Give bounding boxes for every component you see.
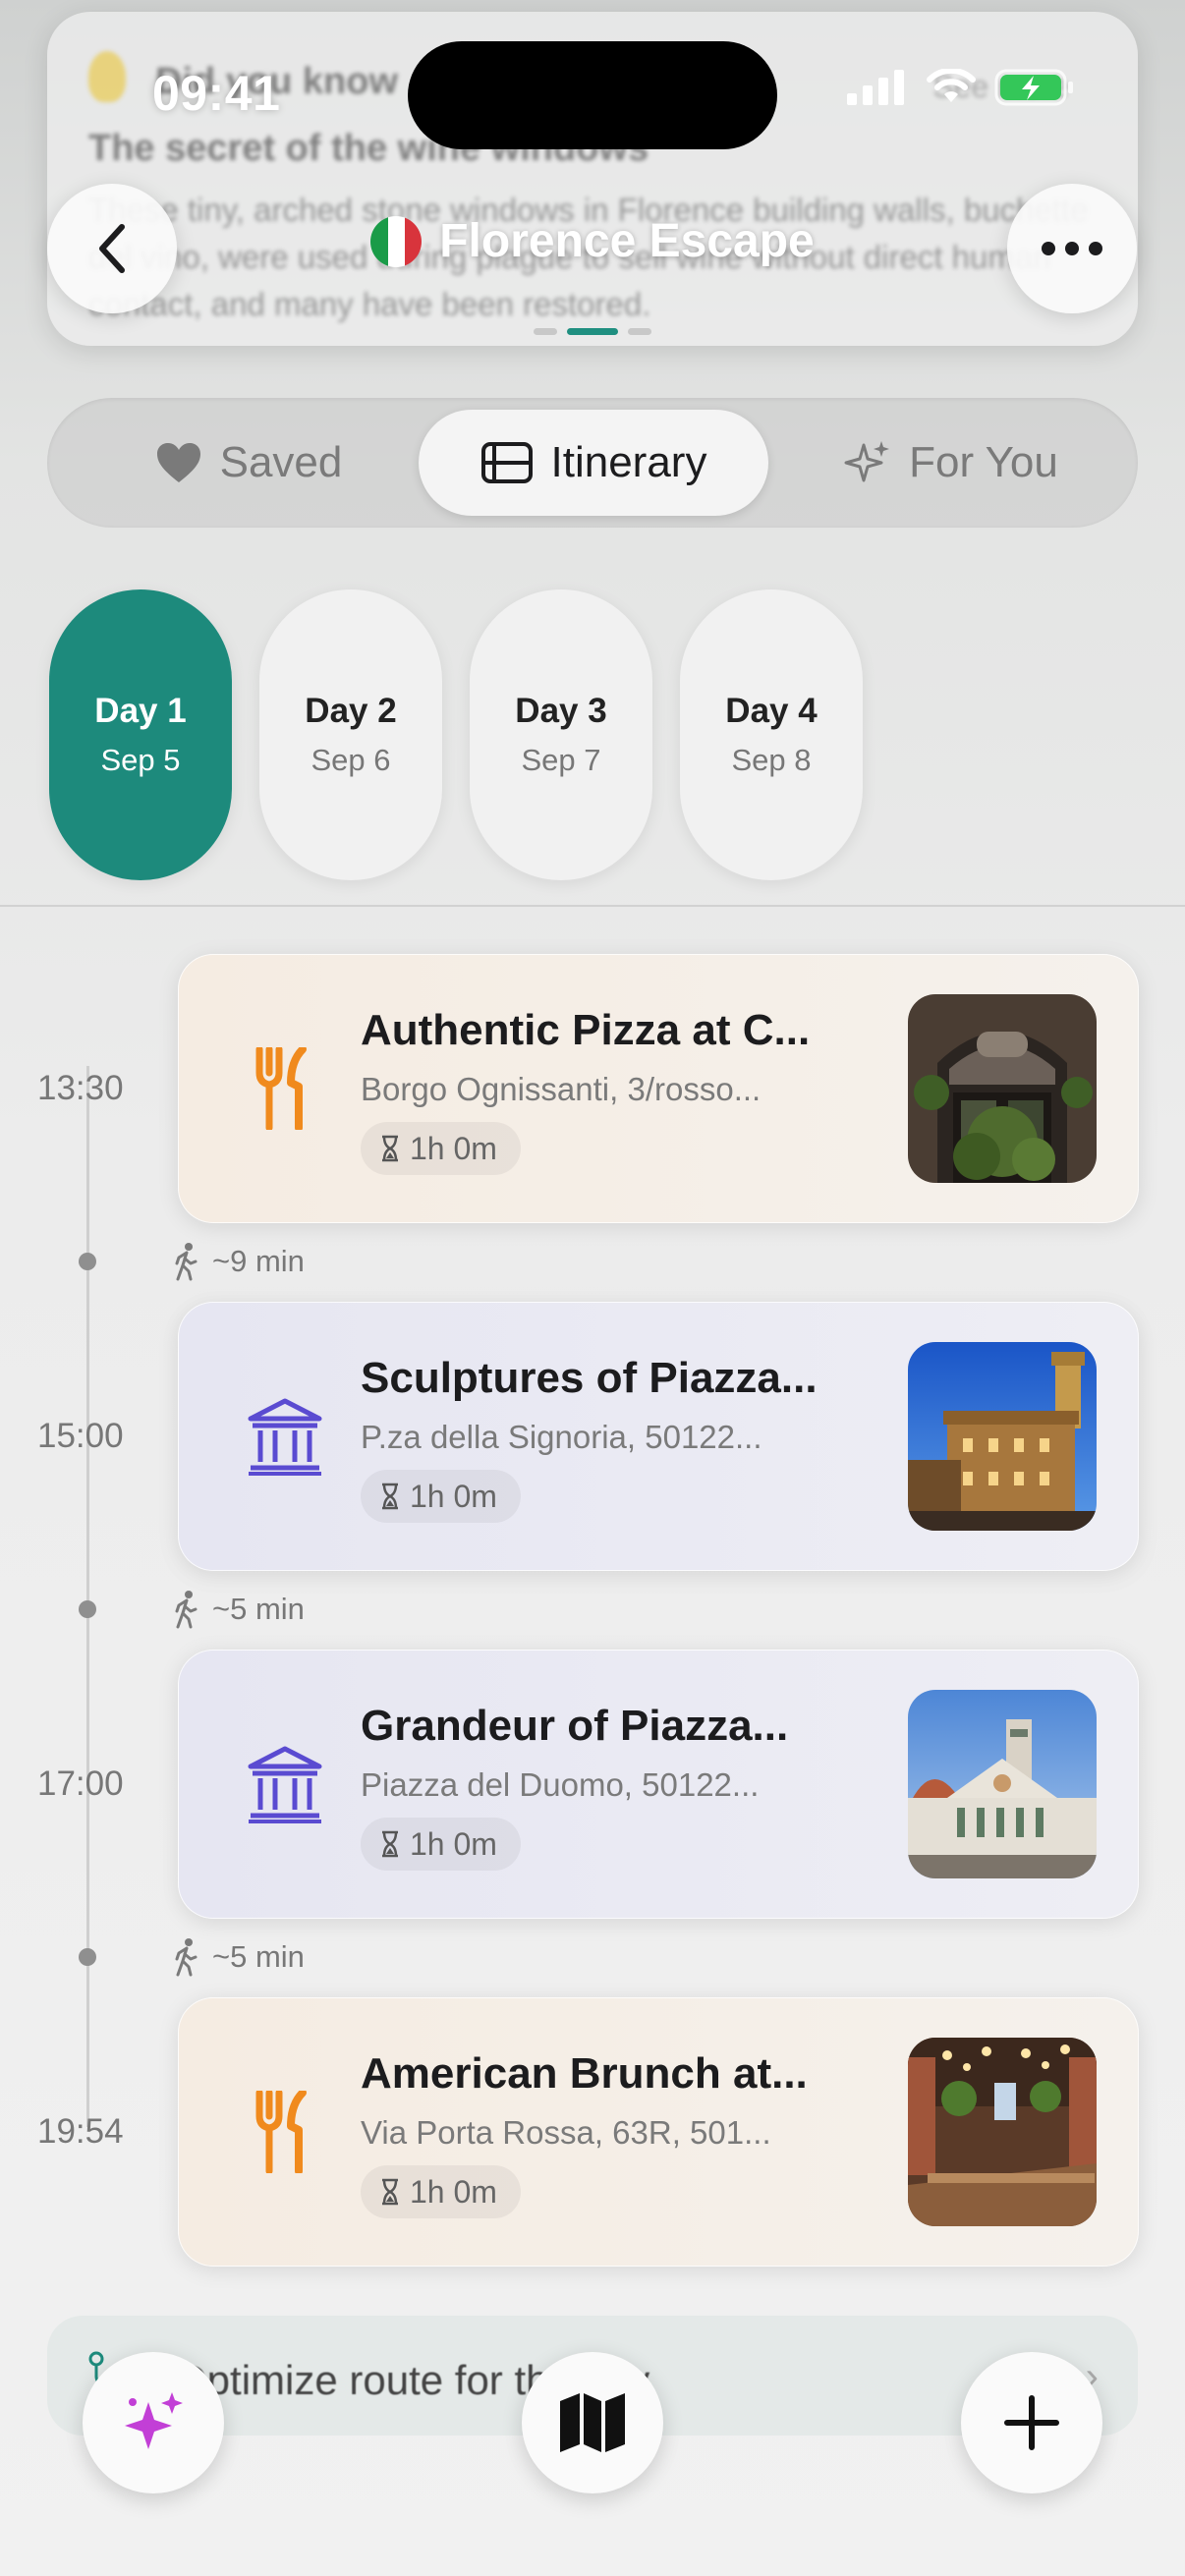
day-label: Day 4 xyxy=(725,692,818,730)
tab-saved-label: Saved xyxy=(219,438,343,486)
duration-badge: 1h 0m xyxy=(361,1122,521,1175)
walking-icon xyxy=(175,1591,198,1629)
lightbulb-icon xyxy=(88,51,126,102)
place-address: Borgo Ognissanti, 3/rosso... xyxy=(361,1071,762,1107)
sparkles-icon xyxy=(125,2392,183,2449)
timeline-time: 19:54 xyxy=(37,2112,124,2151)
duration-label: 1h 0m xyxy=(410,2173,497,2210)
museum-icon xyxy=(234,1385,336,1487)
day-label: Day 2 xyxy=(305,692,397,730)
itinerary-card[interactable]: Grandeur of Piazza... Piazza del Duomo, … xyxy=(178,1650,1139,1919)
day-label: Day 1 xyxy=(94,692,187,730)
sparkle-icon xyxy=(844,441,890,482)
timeline-dot xyxy=(79,1253,96,1270)
duration-badge: 1h 0m xyxy=(361,1470,521,1523)
place-address: Piazza del Duomo, 50122... xyxy=(361,1766,760,1803)
walk-time-label: ~5 min xyxy=(212,1592,305,1626)
day-pill-4[interactable]: Day 4 Sep 8 xyxy=(680,589,863,880)
duration-label: 1h 0m xyxy=(410,1478,497,1514)
wifi-icon xyxy=(927,69,976,102)
page-dot-active xyxy=(567,328,618,335)
ai-sparkle-button[interactable] xyxy=(83,2352,224,2493)
hourglass-icon xyxy=(382,1830,398,1858)
timeline-time: 13:30 xyxy=(37,1069,124,1107)
itinerary-card[interactable]: Authentic Pizza at C... Borgo Ognissanti… xyxy=(178,954,1139,1223)
page-dot xyxy=(534,328,557,335)
ellipsis-icon xyxy=(1042,242,1102,255)
italy-flag-icon xyxy=(370,215,423,267)
walk-time: ~5 min xyxy=(175,1937,305,1977)
walk-time: ~9 min xyxy=(175,1242,305,1281)
trip-name: Florence Escape xyxy=(439,215,815,267)
museum-icon xyxy=(234,1733,336,1835)
place-title: Authentic Pizza at C... xyxy=(361,1006,811,1054)
tip-page-indicator xyxy=(47,328,1138,335)
timeline-line xyxy=(86,1066,89,2127)
add-place-button[interactable] xyxy=(961,2352,1102,2493)
divider xyxy=(0,905,1185,907)
map-icon xyxy=(560,2393,625,2452)
day-pill-2[interactable]: Day 2 Sep 6 xyxy=(259,589,442,880)
itinerary-card[interactable]: American Brunch at... Via Porta Rossa, 6… xyxy=(178,1997,1139,2267)
duomo-image xyxy=(908,1690,1097,1878)
timeline-dot xyxy=(79,1600,96,1618)
palazzo-vecchio-image xyxy=(908,1342,1097,1531)
day-pill-1[interactable]: Day 1 Sep 5 xyxy=(49,589,232,880)
heart-icon xyxy=(156,443,200,482)
duration-label: 1h 0m xyxy=(410,1825,497,1862)
place-title: American Brunch at... xyxy=(361,2049,808,2098)
plus-icon xyxy=(1004,2395,1059,2450)
timeline-time: 15:00 xyxy=(37,1417,124,1455)
battery-charging-icon xyxy=(994,69,1073,106)
walk-time-label: ~5 min xyxy=(212,1939,305,1974)
signal-icon xyxy=(847,70,904,105)
day-date: Sep 7 xyxy=(521,743,601,777)
restaurant-interior-image xyxy=(908,2038,1097,2226)
duration-badge: 1h 0m xyxy=(361,2165,521,2218)
walk-time: ~5 min xyxy=(175,1590,305,1629)
hourglass-icon xyxy=(382,1483,398,1510)
day-date: Sep 6 xyxy=(310,743,391,777)
tab-for-you[interactable]: For You xyxy=(794,410,1108,516)
timeline-time: 17:00 xyxy=(37,1764,124,1803)
fork-knife-icon xyxy=(234,1037,336,1140)
timeline-dot xyxy=(79,1948,96,1966)
tab-itinerary-label: Itinerary xyxy=(550,438,707,486)
more-options-button[interactable] xyxy=(1007,184,1137,313)
walk-time-label: ~9 min xyxy=(212,1244,305,1278)
walking-icon xyxy=(175,1243,198,1281)
day-pill-3[interactable]: Day 3 Sep 7 xyxy=(470,589,652,880)
place-address: Via Porta Rossa, 63R, 501... xyxy=(361,2114,771,2151)
walking-icon xyxy=(175,1938,198,1977)
place-title: Sculptures of Piazza... xyxy=(361,1354,818,1402)
tab-for-you-label: For You xyxy=(909,438,1058,486)
tab-itinerary[interactable]: Itinerary xyxy=(419,410,768,516)
duration-label: 1h 0m xyxy=(410,1130,497,1166)
place-title: Grandeur of Piazza... xyxy=(361,1702,789,1750)
page-dot xyxy=(628,328,651,335)
status-time: 09:41 xyxy=(152,66,281,121)
dynamic-island xyxy=(408,41,777,149)
itinerary-card[interactable]: Sculptures of Piazza... P.za della Signo… xyxy=(178,1302,1139,1571)
day-date: Sep 5 xyxy=(100,743,181,777)
list-icon xyxy=(480,442,533,483)
view-tabs: Saved Itinerary For You xyxy=(47,398,1138,528)
hourglass-icon xyxy=(382,1135,398,1162)
duration-badge: 1h 0m xyxy=(361,1818,521,1871)
hourglass-icon xyxy=(382,2178,398,2206)
status-icons xyxy=(847,69,1075,106)
fork-knife-icon xyxy=(234,2081,336,2183)
day-date: Sep 8 xyxy=(731,743,812,777)
map-button[interactable] xyxy=(522,2352,663,2493)
cafe-storefront-image xyxy=(908,994,1097,1183)
day-label: Day 3 xyxy=(515,692,607,730)
place-address: P.za della Signoria, 50122... xyxy=(361,1419,762,1455)
tab-saved[interactable]: Saved xyxy=(86,410,411,516)
